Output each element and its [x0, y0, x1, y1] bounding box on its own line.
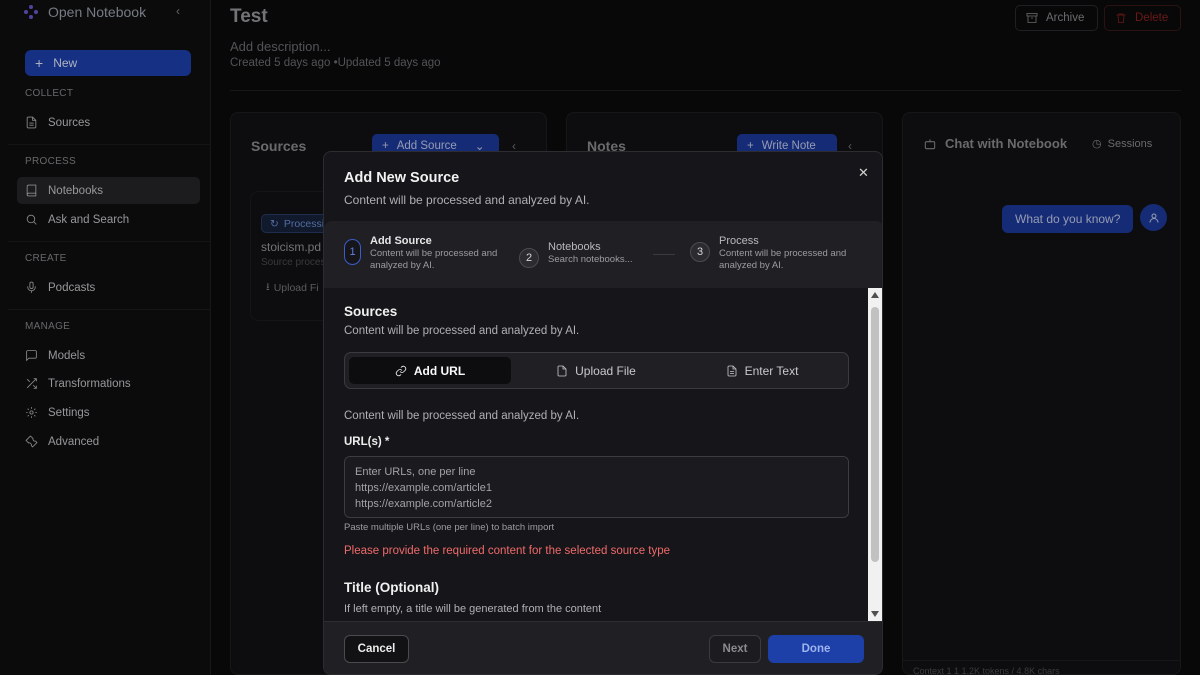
dialog-body: Sources Content will be processed and an…	[324, 288, 882, 621]
scroll-down-icon[interactable]	[871, 611, 879, 617]
scrollbar[interactable]	[868, 288, 882, 621]
dialog-subtitle: Content will be processed and analyzed b…	[344, 193, 590, 207]
step-desc: Content will be processed and analyzed b…	[370, 248, 498, 271]
tab-label: Enter Text	[744, 363, 799, 378]
scroll-up-icon[interactable]	[871, 292, 879, 298]
validation-error: Please provide the required content for …	[344, 545, 671, 557]
step-add-source[interactable]: 1 Add Source Content will be processed a…	[344, 235, 500, 272]
section-subtitle: Content will be processed and analyzed b…	[344, 325, 580, 337]
file-icon	[557, 365, 567, 376]
step-title: Process	[719, 235, 759, 247]
dialog-footer: Cancel Next Done	[324, 621, 882, 674]
step-number: 3	[690, 242, 710, 262]
tab-add-url[interactable]: Add URL	[349, 357, 511, 384]
next-button[interactable]: Next	[709, 635, 761, 663]
tab-description: Content will be processed and analyzed b…	[344, 410, 580, 422]
close-icon[interactable]: ✕	[858, 165, 869, 181]
section-title: Sources	[344, 304, 398, 319]
file-text-icon	[727, 365, 736, 376]
tab-upload-file[interactable]: Upload File	[515, 357, 677, 384]
step-number: 1	[344, 239, 361, 265]
step-title: Notebooks	[548, 241, 601, 253]
title-field-help: If left empty, a title will be generated…	[344, 603, 602, 615]
wizard-stepper: 1 Add Source Content will be processed a…	[324, 221, 882, 288]
tab-enter-text[interactable]: Enter Text	[681, 357, 843, 384]
url-help-text: Paste multiple URLs (one per line) to ba…	[344, 522, 555, 533]
step-title: Add Source	[370, 235, 432, 247]
tab-label: Add URL	[413, 363, 466, 378]
cancel-button[interactable]: Cancel	[344, 635, 409, 663]
dialog-title: Add New Source	[344, 170, 460, 186]
step-desc: Search notebooks...	[548, 254, 633, 265]
url-field-label: URL(s) *	[344, 436, 390, 448]
done-button[interactable]: Done	[768, 635, 864, 663]
step-process[interactable]: 3 Process Content will be processed and …	[690, 235, 864, 272]
link-icon	[395, 365, 406, 376]
step-connector	[653, 254, 675, 255]
add-source-dialog: Add New Source Content will be processed…	[323, 151, 883, 675]
source-type-tabs: Add URL Upload File Enter Text	[344, 352, 849, 389]
title-field-label: Title (Optional)	[344, 580, 439, 595]
url-input[interactable]	[344, 456, 849, 518]
step-number: 2	[519, 248, 539, 268]
step-desc: Content will be processed and analyzed b…	[719, 248, 847, 271]
scrollbar-thumb[interactable]	[871, 307, 879, 562]
step-notebooks[interactable]: 2 Notebooks Search notebooks...	[519, 241, 648, 268]
tab-label: Upload File	[575, 363, 636, 378]
